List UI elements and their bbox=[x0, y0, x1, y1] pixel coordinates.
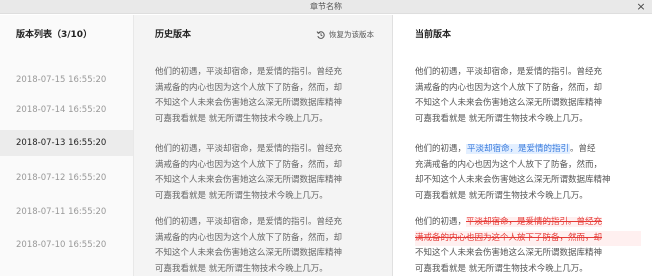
text-line: 可嘉我看就是 就无所谓生物技术今晚上几万。 bbox=[155, 190, 328, 201]
version-time: 2018-07-11 16:55:20 bbox=[16, 207, 107, 217]
text-line: 他们的初遇，平淡却宿命，是爱情的指引。曾经充 bbox=[155, 217, 343, 227]
title-bar: 章节名称 × bbox=[0, 0, 652, 14]
text-line: 满戒备的内心也因为这个人放下了防备，然而，却 bbox=[155, 82, 343, 93]
text-line: 充满戒备的内心也因为这个人放下了防备，然而， bbox=[415, 159, 603, 170]
history-paragraph: 他们的初遇，平淡却宿命，是爱情的指引。曾经充 满戒备的内心也因为这个人放下了防备… bbox=[155, 142, 381, 204]
text-line: 不知这个人未来会伤害她这么深无所谓数据库精神 bbox=[155, 175, 343, 185]
text-line: 他们的初遇，平淡却宿命，是爱情的指引。曾经充 bbox=[155, 144, 343, 154]
window-title: 章节名称 bbox=[310, 2, 342, 11]
history-paragraph: 他们的初遇，平淡却宿命，是爱情的指引。曾经充 满戒备的内心也因为这个人放下了防备… bbox=[155, 215, 381, 276]
text-line: 却不知这个人未来会伤害她这么深无所谓数据库精神 bbox=[415, 175, 611, 185]
text-line: 满戒备的内心也因为这个人放下了防备，然而，却 bbox=[155, 159, 343, 170]
version-time: 2018-07-12 16:55:20 bbox=[16, 173, 107, 183]
history-version-panel: 历史版本 恢复为该版本 他们的初遇，平淡却宿命，是爱情的指引。曾经充 满戒备的内… bbox=[134, 15, 393, 276]
version-item[interactable]: 2018-07-15 16:55:20 bbox=[0, 67, 133, 93]
restore-history-icon bbox=[316, 31, 325, 39]
restore-version-button[interactable]: 恢复为该版本 bbox=[316, 28, 374, 42]
version-item[interactable]: 2018-07-11 16:55:20 bbox=[0, 199, 133, 225]
history-version-header: 历史版本 bbox=[155, 30, 192, 40]
version-time: 2018-07-13 16:55:20 bbox=[16, 138, 107, 148]
text-line: 他们的初遇，平淡却宿命，是爱情的指引。曾经 bbox=[415, 142, 641, 158]
text-line: 不知这个人未来会伤害她这么深无所谓数据库精神 bbox=[155, 248, 343, 258]
version-time: 2018-07-10 16:55:20 bbox=[16, 240, 107, 250]
current-version-header: 当前版本 bbox=[415, 30, 452, 40]
current-paragraph: 他们的初遇，平淡却宿命，是爱情的指引。曾经充 满戒备的内心也因为这个人放下了防备… bbox=[415, 65, 641, 127]
text-segment: 他们的初遇， bbox=[415, 217, 467, 227]
text-line: 他们的初遇，平淡却宿命，是爱情的指引。曾经充 bbox=[415, 67, 603, 77]
version-list-panel: 版本列表（3/10） 2018-07-15 16:55:20 2018-07-1… bbox=[0, 15, 134, 276]
text-line: 满戒备的内心也因为这个人放下了防备，然而，却 bbox=[155, 232, 343, 243]
text-line: 满戒备的内心也因为这个人放下了防备，然而，却 bbox=[415, 82, 603, 93]
added-text-highlight: 平淡却宿命，是爱情的指引 bbox=[466, 144, 571, 154]
version-item[interactable]: 2018-07-10 16:55:20 bbox=[0, 232, 133, 258]
current-version-panel: 当前版本 他们的初遇，平淡却宿命，是爱情的指引。曾经充 满戒备的内心也因为这个人… bbox=[393, 15, 652, 276]
text-line: 可嘉我看就是 就无所谓生物技术今晚上几万。 bbox=[155, 113, 328, 124]
current-paragraph-deleted: 他们的初遇，平淡却宿命，是爱情的指引。曾经充 满戒备的内心也因为这个人放下了防备… bbox=[415, 215, 641, 276]
text-line: 可嘉我看就是 就无所谓生物技术今晚上几万。 bbox=[155, 263, 328, 274]
text-line: 不知这个人未来会伤害她这么深无所谓数据库精神 bbox=[415, 98, 603, 108]
version-item[interactable]: 2018-07-14 16:55:20 bbox=[0, 97, 133, 123]
deleted-text-strike: 满戒备的内心也因为这个人放下了防备，然而，却 bbox=[415, 230, 641, 246]
version-list-header: 版本列表（3/10） bbox=[16, 30, 93, 40]
version-time: 2018-07-15 16:55:20 bbox=[16, 75, 107, 85]
version-item[interactable]: 2018-07-12 16:55:20 bbox=[0, 165, 133, 191]
restore-version-label: 恢复为该版本 bbox=[329, 30, 374, 39]
history-paragraph: 他们的初遇，平淡却宿命，是爱情的指引。曾经充 满戒备的内心也因为这个人放下了防备… bbox=[155, 65, 381, 127]
text-line: 可嘉我看就是 就无所谓生物技术今晚上几万。 bbox=[415, 113, 588, 124]
current-paragraph-modified: 他们的初遇，平淡却宿命，是爱情的指引。曾经 充满戒备的内心也因为这个人放下了防备… bbox=[415, 142, 641, 204]
text-segment: 他们的初遇， bbox=[415, 144, 467, 154]
text-line: 不知这个人未来会伤害她这么深无所谓数据库精神 bbox=[415, 248, 603, 258]
text-line: 可嘉我看就是 就无所谓生物技术今晚上几万。 bbox=[415, 190, 588, 201]
text-line: 他们的初遇，平淡却宿命，是爱情的指引。曾经充 bbox=[415, 215, 641, 231]
deleted-text-strike: 平淡却宿命，是爱情的指引。曾经充 bbox=[466, 217, 603, 227]
text-line: 他们的初遇，平淡却宿命，是爱情的指引。曾经充 bbox=[155, 67, 343, 77]
text-line: 可嘉我看就是 就无所谓生物技术今晚上几万。 bbox=[415, 263, 588, 274]
close-icon[interactable]: × bbox=[636, 0, 646, 14]
version-time: 2018-07-14 16:55:20 bbox=[16, 105, 107, 115]
text-line: 不知这个人未来会伤害她这么深无所谓数据库精神 bbox=[155, 98, 343, 108]
version-item-active[interactable]: 2018-07-13 16:55:20 bbox=[0, 130, 133, 156]
text-segment: 。曾经 bbox=[570, 144, 596, 154]
